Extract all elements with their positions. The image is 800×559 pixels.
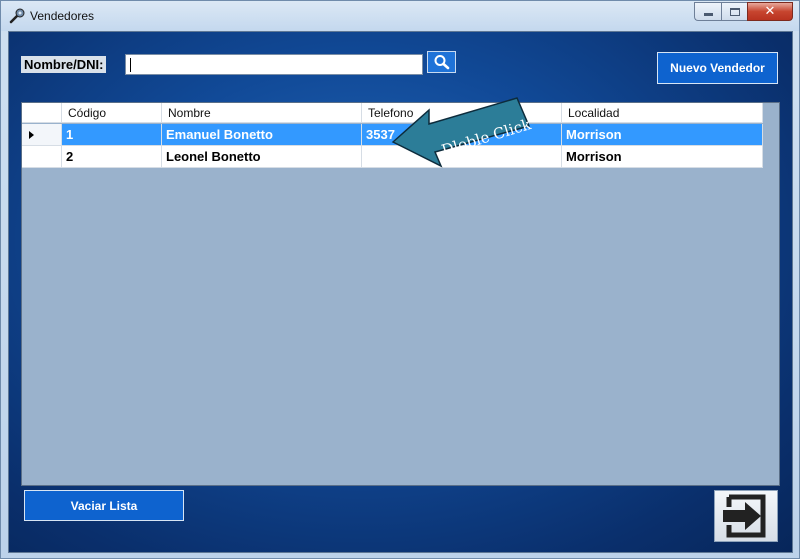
table-row[interactable]: 1 Emanuel Bonetto 3537 Morrison	[22, 124, 763, 146]
grid-header: Código Nombre Telefono Localidad	[22, 103, 763, 123]
search-input[interactable]	[125, 54, 423, 75]
cell-nombre[interactable]: Emanuel Bonetto	[162, 124, 362, 146]
maximize-button[interactable]	[721, 2, 747, 21]
column-header-localidad[interactable]: Localidad	[562, 103, 763, 123]
window-title: Vendedores	[30, 9, 95, 23]
cell-codigo[interactable]: 1	[62, 124, 162, 146]
column-header-nombre[interactable]: Nombre	[162, 103, 362, 123]
row-header[interactable]	[22, 146, 62, 168]
current-row-indicator-icon	[29, 131, 34, 139]
cell-localidad[interactable]: Morrison	[562, 146, 763, 168]
cell-localidad[interactable]: Morrison	[562, 124, 763, 146]
search-icon	[434, 55, 449, 70]
close-button[interactable]: ✕	[747, 2, 793, 21]
cell-telefono[interactable]	[362, 146, 562, 168]
title-bar[interactable]: Vendedores ✕	[1, 1, 799, 31]
new-seller-button[interactable]: Nuevo Vendedor	[657, 52, 778, 84]
exit-button[interactable]	[714, 490, 778, 542]
cell-codigo[interactable]: 2	[62, 146, 162, 168]
search-button[interactable]	[427, 51, 456, 73]
column-header-codigo[interactable]: Código	[62, 103, 162, 123]
row-header-corner	[22, 103, 62, 123]
client-area: Nombre/DNI: Nuevo Vendedor Código Nombre…	[8, 31, 793, 553]
cell-telefono[interactable]: 3537	[362, 124, 562, 146]
clear-list-button[interactable]: Vaciar Lista	[24, 490, 184, 521]
sellers-grid[interactable]: Código Nombre Telefono Localidad 1 Emanu…	[21, 102, 780, 486]
caption-buttons: ✕	[694, 2, 793, 22]
close-icon: ✕	[764, 4, 776, 19]
maximize-icon	[729, 7, 740, 16]
minimize-button[interactable]	[694, 2, 721, 21]
row-header[interactable]	[22, 124, 62, 146]
cell-nombre[interactable]: Leonel Bonetto	[162, 146, 362, 168]
exit-door-arrow-icon	[723, 494, 766, 538]
table-row[interactable]: 2 Leonel Bonetto Morrison	[22, 146, 763, 168]
search-label: Nombre/DNI:	[21, 56, 107, 73]
tools-icon	[9, 8, 25, 24]
minimize-icon	[703, 13, 713, 16]
app-window: Vendedores ✕ Nombre/DNI: Nuevo Vendedor …	[0, 0, 800, 559]
text-caret	[130, 58, 131, 72]
column-header-telefono[interactable]: Telefono	[362, 103, 562, 123]
